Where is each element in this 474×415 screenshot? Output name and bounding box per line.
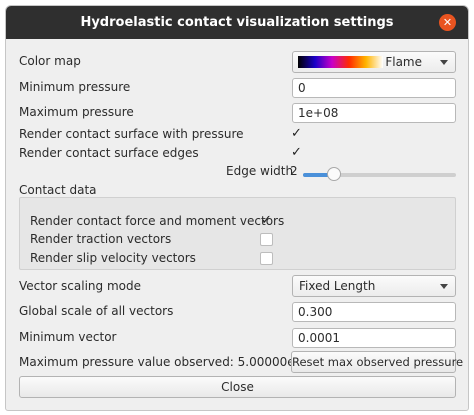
render-surface-pressure-checkbox[interactable]: ✓: [290, 127, 303, 140]
close-window-icon[interactable]: ✕: [439, 14, 456, 31]
render-force-moment-checkbox[interactable]: ✓: [260, 214, 273, 227]
global-scale-label: Global scale of all vectors: [19, 304, 174, 318]
render-traction-checkbox[interactable]: [260, 233, 273, 246]
vector-scaling-value: Fixed Length: [299, 279, 376, 293]
vector-scaling-dropdown[interactable]: Fixed Length: [292, 275, 456, 297]
maximum-pressure-input[interactable]: [292, 103, 456, 123]
color-map-gradient-swatch: [298, 56, 383, 68]
color-map-dropdown[interactable]: Flame: [292, 51, 456, 73]
color-map-label: Color map: [19, 54, 81, 68]
edge-width-slider[interactable]: [303, 167, 456, 181]
minimum-pressure-input[interactable]: [292, 78, 456, 98]
chevron-down-icon: [440, 60, 448, 65]
render-surface-edges-label: Render contact surface edges: [19, 146, 199, 160]
chevron-down-icon: [440, 284, 448, 289]
minimum-pressure-label: Minimum pressure: [19, 80, 131, 94]
vector-scaling-label: Vector scaling mode: [19, 279, 141, 293]
close-button[interactable]: Close: [19, 376, 456, 398]
contact-data-heading: Contact data: [19, 183, 97, 197]
edge-width-value: 2: [290, 164, 298, 178]
minimum-vector-label: Minimum vector: [19, 330, 117, 344]
global-scale-input[interactable]: [292, 302, 456, 322]
edge-width-label: Edge width: [226, 164, 294, 178]
dialog-title: Hydroelastic contact visualization setti…: [80, 15, 394, 30]
max-observed-pressure-label: Maximum pressure value observed: 5.00000…: [19, 355, 320, 369]
settings-dialog: Hydroelastic contact visualization setti…: [5, 5, 469, 411]
reset-max-observed-pressure-button[interactable]: Reset max observed pressure: [291, 351, 463, 373]
render-surface-pressure-label: Render contact surface with pressure: [19, 127, 244, 141]
edge-width-slider-handle[interactable]: [326, 167, 341, 181]
maximum-pressure-label: Maximum pressure: [19, 105, 134, 119]
render-slip-velocity-label: Render slip velocity vectors: [30, 251, 196, 265]
title-bar: Hydroelastic contact visualization setti…: [6, 6, 468, 39]
contact-data-group: Render contact force and moment vectors …: [19, 197, 456, 270]
minimum-vector-input[interactable]: [292, 328, 456, 348]
render-slip-velocity-checkbox[interactable]: [260, 252, 273, 265]
render-force-moment-label: Render contact force and moment vectors: [30, 214, 285, 228]
render-traction-label: Render traction vectors: [30, 232, 172, 246]
render-surface-edges-checkbox[interactable]: ✓: [290, 146, 303, 159]
color-map-value: Flame: [385, 55, 422, 69]
